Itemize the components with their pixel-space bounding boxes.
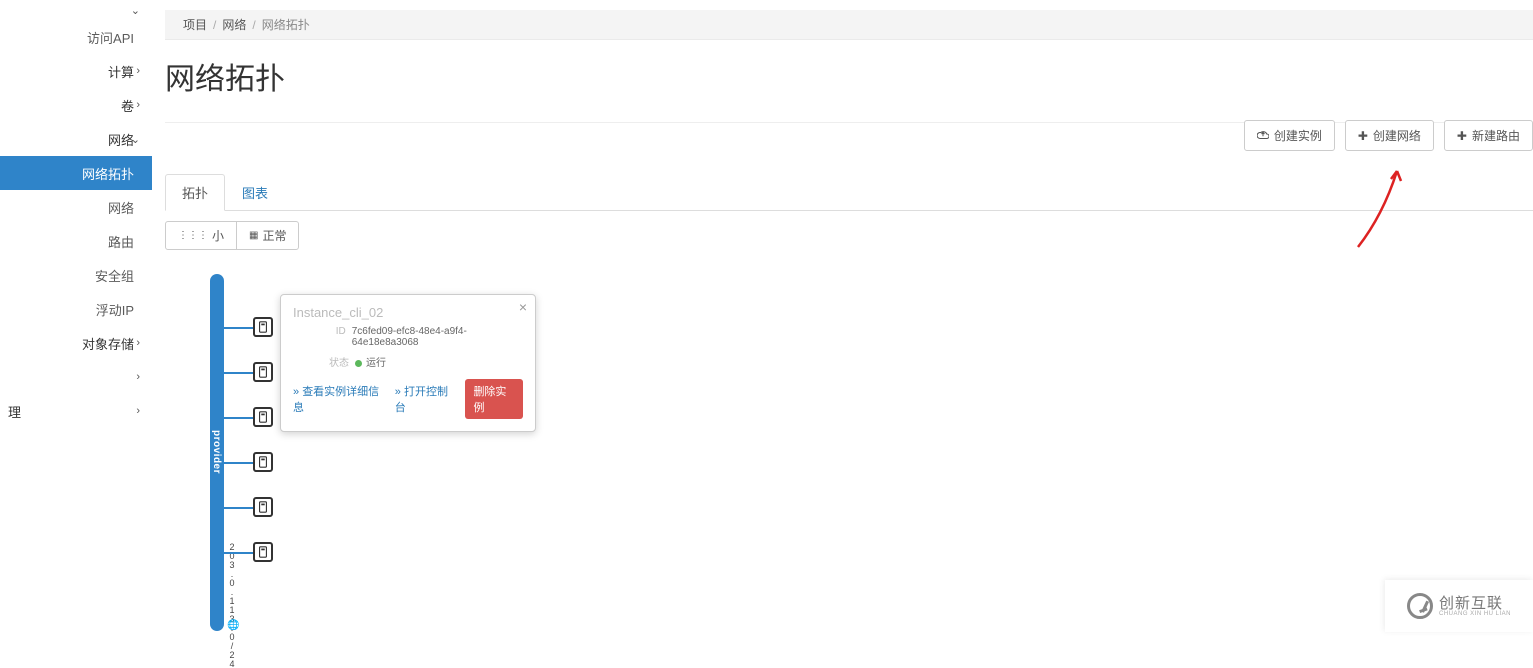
logo-icon bbox=[1407, 593, 1433, 619]
sidebar-item-volume[interactable]: 卷› bbox=[0, 88, 152, 122]
topology-canvas: provider 203.0.113.0/24 🌐 × Instance_cli… bbox=[165, 274, 1533, 654]
tabs: 拓扑 图表 bbox=[165, 173, 1533, 211]
chevron-right-icon: › bbox=[136, 371, 140, 383]
popup-status-label: 状态 bbox=[293, 354, 355, 369]
sidebar-item-label: 浮动IP bbox=[96, 300, 134, 319]
create-router-button[interactable]: ✚ 新建路由 bbox=[1444, 120, 1533, 151]
plus-icon: ✚ bbox=[1358, 129, 1368, 143]
instance-node[interactable] bbox=[253, 407, 273, 427]
link-label: 打开控制台 bbox=[395, 386, 448, 414]
logo-subtext: CHUANG XIN HU LIAN bbox=[1439, 611, 1511, 617]
sidebar-collapse-top[interactable]: ⌄ bbox=[0, 0, 152, 20]
breadcrumb: 项目 / 网络 / 网络拓扑 bbox=[165, 10, 1533, 40]
size-toggle: ⋮⋮⋮ 小 ▦ 正常 bbox=[165, 221, 299, 250]
delete-instance-button[interactable]: 删除实例 bbox=[465, 379, 523, 419]
size-small-button[interactable]: ⋮⋮⋮ 小 bbox=[166, 222, 237, 249]
close-icon[interactable]: × bbox=[519, 299, 527, 315]
grid-normal-icon: ▦ bbox=[249, 230, 258, 241]
globe-icon: 🌐 bbox=[227, 620, 239, 631]
chevron-right-icon: › bbox=[136, 337, 140, 349]
status-text: 运行 bbox=[366, 358, 386, 369]
size-normal-button[interactable]: ▦ 正常 bbox=[237, 222, 298, 249]
brand-logo: 创新互联 CHUANG XIN HU LIAN bbox=[1385, 580, 1533, 632]
open-console-link[interactable]: » 打开控制台 bbox=[395, 383, 456, 415]
chevron-down-icon: ⌄ bbox=[131, 4, 140, 17]
chevron-right-icon: › bbox=[136, 405, 140, 417]
sidebar-item-api[interactable]: 访问API bbox=[0, 20, 152, 54]
tab-topology[interactable]: 拓扑 bbox=[165, 174, 225, 211]
instance-node[interactable] bbox=[253, 317, 273, 337]
chevron-right-icon: › bbox=[136, 99, 140, 111]
sidebar-item-identity[interactable]: › bbox=[0, 360, 152, 394]
sidebar-item-label: 理 bbox=[8, 402, 21, 421]
popup-id-value: 7c6fed09-efc8-48e4-a9f4-64e18e8a3068 bbox=[352, 326, 523, 348]
instance-popup: × Instance_cli_02 ID 7c6fed09-efc8-48e4-… bbox=[280, 294, 536, 432]
sidebar: ⌄ 访问API 计算› 卷› 网络⌄ 网络拓扑 网络 路由 安全组 浮动IP 对… bbox=[0, 0, 152, 632]
sidebar-item-compute[interactable]: 计算› bbox=[0, 54, 152, 88]
breadcrumb-current: 网络拓扑 bbox=[262, 16, 310, 33]
sidebar-item-label: 访问API bbox=[87, 28, 134, 47]
breadcrumb-item-network[interactable]: 网络 bbox=[222, 16, 246, 33]
sidebar-item-floatip[interactable]: 浮动IP bbox=[0, 292, 152, 326]
popup-id-label: ID bbox=[293, 326, 352, 348]
sidebar-item-networks[interactable]: 网络 bbox=[0, 190, 152, 224]
breadcrumb-sep: / bbox=[252, 18, 255, 32]
logo-text: 创新互联 bbox=[1439, 596, 1511, 611]
network-cidr-label: 203.0.113.0/24 bbox=[227, 542, 237, 668]
chevron-down-icon: ⌄ bbox=[131, 133, 140, 146]
popup-title: Instance_cli_02 bbox=[293, 305, 523, 320]
sidebar-item-objstore[interactable]: 对象存储› bbox=[0, 326, 152, 360]
create-instance-button[interactable]: 创建实例 bbox=[1244, 120, 1335, 151]
chevron-right-icon: › bbox=[136, 65, 140, 77]
button-label: 创建实例 bbox=[1274, 127, 1322, 144]
sidebar-item-secgroups[interactable]: 安全组 bbox=[0, 258, 152, 292]
sidebar-item-label: 网络拓扑 bbox=[82, 164, 134, 183]
plus-icon: ✚ bbox=[1457, 129, 1467, 143]
button-label: 新建路由 bbox=[1472, 127, 1520, 144]
button-label: 正常 bbox=[262, 227, 286, 244]
sidebar-item-admin[interactable]: 理› bbox=[0, 394, 152, 428]
sidebar-item-network[interactable]: 网络⌄ bbox=[0, 122, 152, 156]
sidebar-item-label: 计算 bbox=[108, 62, 134, 81]
status-dot-icon bbox=[355, 360, 362, 367]
grid-small-icon: ⋮⋮⋮ bbox=[178, 230, 208, 241]
sidebar-item-label: 对象存储 bbox=[82, 334, 134, 353]
page-title: 网络拓扑 bbox=[165, 40, 1533, 112]
network-name-label: provider bbox=[211, 430, 222, 474]
breadcrumb-item-project[interactable]: 项目 bbox=[183, 16, 207, 33]
cloud-upload-icon bbox=[1257, 128, 1269, 143]
instance-node[interactable] bbox=[253, 542, 273, 562]
popup-status-value: 运行 bbox=[355, 354, 386, 369]
instance-node[interactable] bbox=[253, 452, 273, 472]
link-label: 查看实例详细信息 bbox=[293, 386, 379, 414]
toolbar: 创建实例 ✚ 创建网络 ✚ 新建路由 bbox=[1244, 120, 1533, 151]
main-content: 项目 / 网络 / 网络拓扑 网络拓扑 创建实例 ✚ 创建网络 ✚ 新建路由 拓… bbox=[165, 0, 1533, 654]
view-detail-link[interactable]: » 查看实例详细信息 bbox=[293, 383, 385, 415]
sidebar-item-label: 网络 bbox=[108, 198, 134, 217]
sidebar-item-label: 路由 bbox=[108, 232, 134, 251]
sidebar-item-label: 卷 bbox=[121, 96, 134, 115]
sidebar-item-routers[interactable]: 路由 bbox=[0, 224, 152, 258]
tab-graph[interactable]: 图表 bbox=[225, 174, 285, 211]
button-label: 创建网络 bbox=[1373, 127, 1421, 144]
instance-node[interactable] bbox=[253, 362, 273, 382]
create-network-button[interactable]: ✚ 创建网络 bbox=[1345, 120, 1434, 151]
sidebar-item-label: 安全组 bbox=[95, 266, 134, 285]
sidebar-item-topology[interactable]: 网络拓扑 bbox=[0, 156, 152, 190]
instance-node[interactable] bbox=[253, 497, 273, 517]
breadcrumb-sep: / bbox=[213, 18, 216, 32]
button-label: 小 bbox=[212, 227, 224, 244]
